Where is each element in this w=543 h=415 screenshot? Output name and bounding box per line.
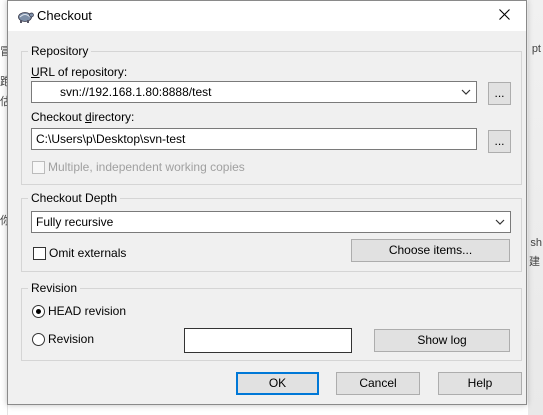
ok-button[interactable]: OK [236,372,319,395]
window-title: Checkout [37,8,92,23]
background-glyph: pt [531,43,541,55]
close-icon [498,9,510,23]
depth-selected-value: Fully recursive [36,215,114,229]
cancel-button[interactable]: Cancel [336,372,420,395]
repository-group-label: Repository [28,44,92,58]
url-browse-button[interactable]: ... [488,82,511,105]
close-button[interactable] [482,1,526,31]
url-value: svn://192.168.1.80:8888/test [60,85,212,99]
tortoise-icon [16,8,34,24]
checkout-dialog: Checkout Repository URL of repository: s… [7,0,527,405]
head-revision-radio[interactable] [32,305,45,318]
depth-select[interactable]: Fully recursive [31,211,511,233]
url-combo[interactable]: svn://192.168.1.80:8888/test [31,81,477,103]
chevron-down-icon[interactable] [494,214,506,230]
checkout-depth-group-label: Checkout Depth [28,191,121,205]
title-bar: Checkout [8,1,526,31]
checkout-directory-input[interactable]: C:\Users\p\Desktop\svn-test [31,128,477,150]
help-button[interactable]: Help [438,372,522,395]
radio-selected-dot [36,309,41,314]
revision-group-label: Revision [28,281,81,295]
url-label-text: RL of repository: [39,65,128,79]
dir-label: Checkout directory: [31,110,135,124]
omit-externals-checkbox[interactable] [33,247,46,260]
multiple-working-copies-checkbox[interactable] [32,161,45,174]
chevron-down-icon[interactable] [460,84,472,100]
url-label: URL of repository: [31,65,128,79]
choose-items-button[interactable]: Choose items... [351,239,510,262]
specific-revision-label: Revision [48,332,95,346]
background-window-right [528,0,543,415]
head-revision-label: HEAD revision [48,304,127,318]
show-log-button[interactable]: Show log [374,329,510,352]
background-glyph: sh [530,237,542,249]
revision-number-input[interactable] [184,328,352,353]
specific-revision-radio[interactable] [32,333,45,346]
background-glyph: 建 [529,256,540,268]
omit-externals-label: Omit externals [49,246,127,260]
multiple-working-copies-label: Multiple, independent working copies [48,160,245,174]
dir-browse-button[interactable]: ... [488,130,511,153]
